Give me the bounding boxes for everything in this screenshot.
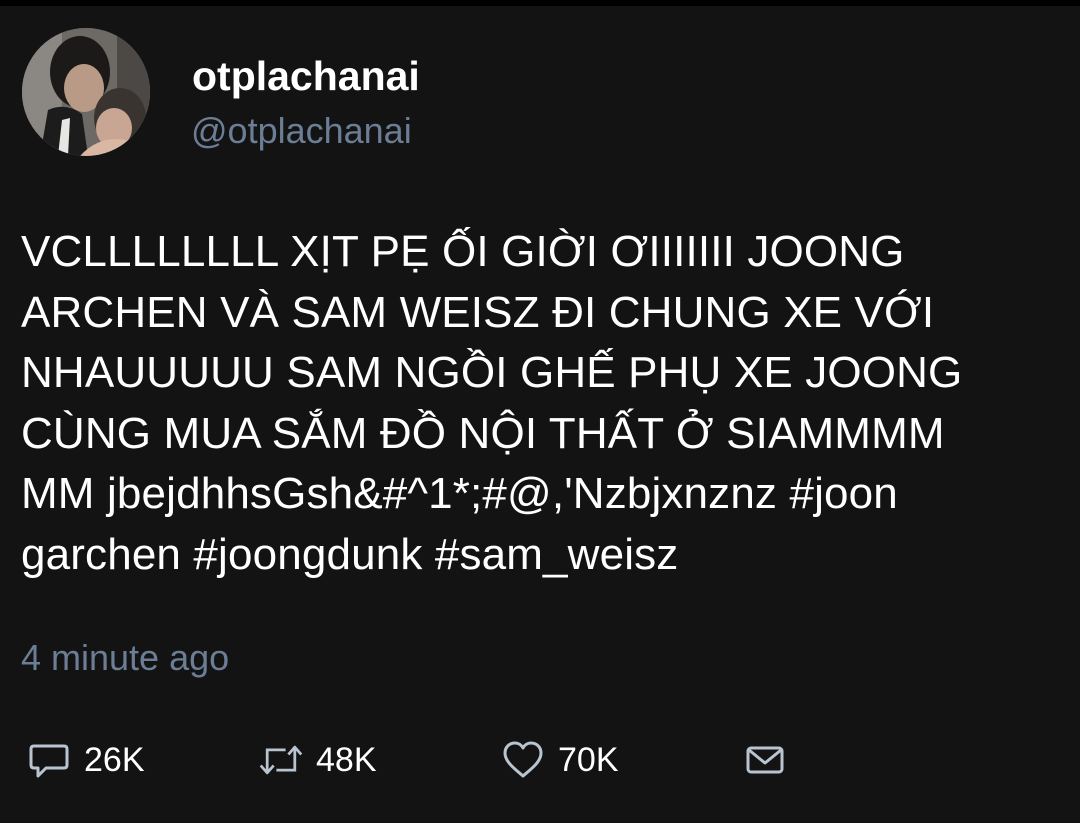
tweet-actions: 26K 48K 70K (0, 732, 1080, 792)
avatar[interactable] (22, 28, 150, 156)
display-name[interactable]: otplachanai (192, 52, 420, 100)
like-button[interactable]: 70K (500, 732, 619, 788)
mail-icon (742, 737, 788, 783)
reply-button[interactable]: 26K (26, 732, 145, 788)
share-via-dm-button[interactable] (742, 732, 788, 788)
heart-icon (500, 737, 546, 783)
timestamp: 4 minute ago (21, 637, 230, 678)
like-count: 70K (558, 741, 619, 779)
user-handle[interactable]: @otplachanai (191, 109, 412, 153)
reply-count: 26K (84, 741, 145, 779)
avatar-photo-icon (22, 28, 150, 156)
retweet-count: 48K (316, 741, 377, 779)
comment-icon (26, 737, 72, 783)
tweet-screen: otplachanai @otplachanai VCLLLLLLLL XỊT … (0, 0, 1080, 823)
tweet-text: VCLLLLLLLL XỊT PẸ ỐI GIỜI ƠIIIIIII JOONG… (21, 227, 963, 579)
retweet-icon (258, 737, 304, 783)
retweet-button[interactable]: 48K (258, 732, 377, 788)
